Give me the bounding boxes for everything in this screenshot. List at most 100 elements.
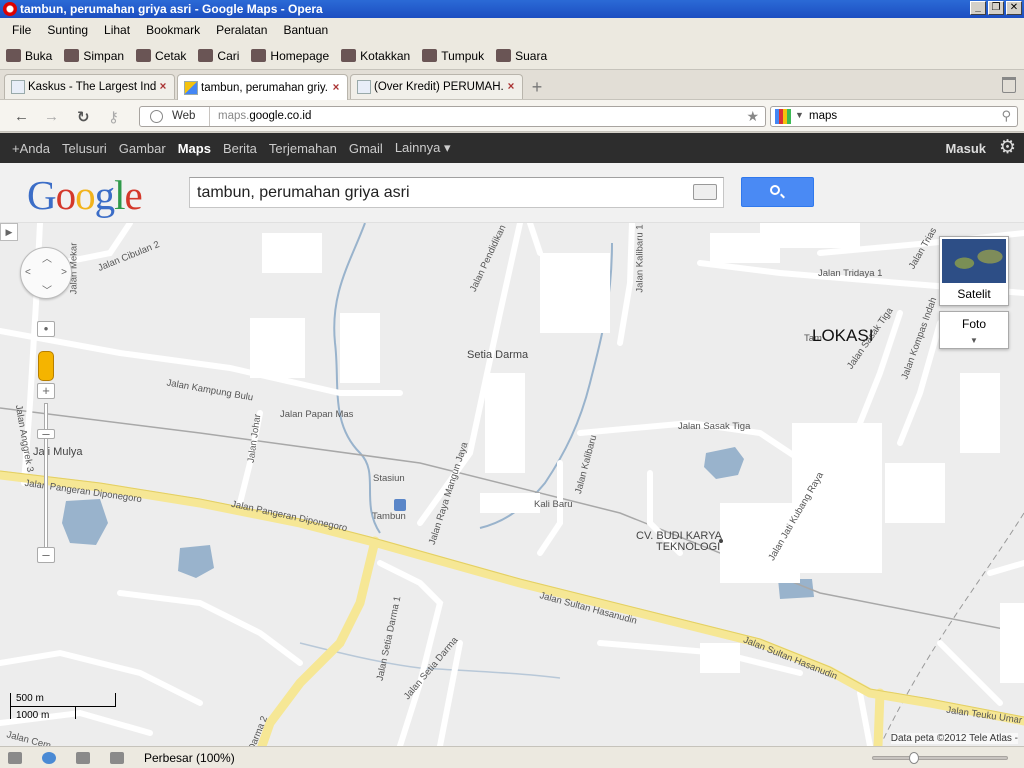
- opera-logo-icon: [3, 2, 17, 16]
- tab-google-maps[interactable]: tambun, perumahan griy... ×: [177, 74, 348, 100]
- expand-panel-icon[interactable]: ▶: [0, 223, 18, 241]
- nav-gmail[interactable]: Gmail: [343, 141, 389, 156]
- voice-button[interactable]: Suara: [496, 49, 547, 63]
- pan-control[interactable]: ︿ < > ﹀: [20, 247, 72, 299]
- folder-icon: [6, 49, 21, 62]
- satellite-thumbnail: [942, 239, 1006, 283]
- zoom-out-button[interactable]: –: [37, 547, 55, 563]
- minimize-button[interactable]: _: [970, 1, 986, 15]
- nav-berita[interactable]: Berita: [217, 141, 263, 156]
- tab-kaskus[interactable]: Kaskus - The Largest Ind... ×: [4, 74, 175, 99]
- map-label-stasiun: Stasiun: [373, 473, 405, 484]
- key-icon[interactable]: ⚷: [108, 108, 119, 126]
- scale-bar: 500 m 1000 m: [10, 693, 120, 723]
- url-text: maps.google.co.id: [218, 110, 312, 122]
- search-icon[interactable]: ⚲: [1001, 108, 1011, 124]
- microphone-icon: [496, 49, 512, 62]
- menu-file[interactable]: File: [4, 23, 39, 37]
- menu-sunting[interactable]: Sunting: [39, 23, 96, 37]
- zoom-slider-handle[interactable]: –: [37, 427, 55, 440]
- back-icon[interactable]: ←: [14, 108, 29, 125]
- forward-icon[interactable]: →: [44, 108, 59, 125]
- chevron-down-icon[interactable]: ▼: [795, 110, 804, 120]
- toolbar: Buka Simpan Cetak Cari Homepage Kotakkan…: [0, 42, 1024, 70]
- printer-icon: [136, 49, 152, 62]
- keyboard-icon[interactable]: [693, 184, 717, 200]
- nav-plus-anda[interactable]: +Anda: [6, 141, 56, 156]
- pan-down-icon[interactable]: ﹀: [42, 282, 52, 297]
- pan-left-icon[interactable]: <: [25, 267, 31, 278]
- cascade-icon: [422, 49, 438, 62]
- satellite-toggle[interactable]: Satelit: [939, 236, 1009, 306]
- map-label-jati-mulya: Jati Mulya: [33, 446, 83, 458]
- close-button[interactable]: ✕: [1006, 1, 1022, 15]
- zoom-slider[interactable]: [872, 752, 1008, 764]
- url-field[interactable]: Web maps.google.co.id ★: [139, 106, 766, 127]
- print-button[interactable]: Cetak: [136, 49, 186, 63]
- tab-over-kredit[interactable]: (Over Kredit) PERUMAH... ×: [350, 74, 523, 99]
- map-label: Jalan Tridaya 1: [818, 268, 883, 279]
- new-tab-button[interactable]: +: [528, 78, 546, 96]
- tile-button[interactable]: Kotakkan: [341, 49, 410, 63]
- search-engine-field[interactable]: ▼ maps ⚲: [770, 106, 1018, 127]
- nav-maps[interactable]: Maps: [172, 141, 217, 156]
- gear-icon[interactable]: ⚙: [999, 138, 1016, 157]
- nav-lainnya[interactable]: Lainnya ▾: [389, 140, 457, 156]
- restore-button[interactable]: ❐: [988, 1, 1004, 15]
- lokasi-marker-label: LOKASI: [812, 326, 874, 345]
- reset-view-button[interactable]: •: [37, 321, 55, 337]
- zoom-knob[interactable]: [909, 752, 919, 764]
- photo-toggle[interactable]: Foto ▼: [939, 311, 1009, 349]
- tab-bar: Kaskus - The Largest Ind... × tambun, pe…: [0, 70, 1024, 100]
- menu-bantuan[interactable]: Bantuan: [275, 23, 336, 37]
- speed-dial-icon[interactable]: [110, 751, 124, 764]
- zoom-in-button[interactable]: +: [37, 383, 55, 399]
- homepage-button[interactable]: Homepage: [251, 49, 329, 63]
- globe-icon: [150, 110, 163, 123]
- page-favicon-icon: [11, 80, 25, 94]
- tile-icon: [341, 49, 357, 62]
- window-title: tambun, perumahan griya asri - Google Ma…: [20, 2, 323, 16]
- close-tab-icon[interactable]: ×: [156, 81, 170, 93]
- chevron-down-icon: ▼: [970, 336, 978, 345]
- map-label-cv-line2: TEKNOLOGI: [656, 541, 721, 553]
- status-bar: Perbesar (100%): [0, 746, 1024, 768]
- map-copyright: Data peta ©2012 Tele Atlas -: [890, 733, 1018, 744]
- share-icon[interactable]: [76, 751, 90, 764]
- save-icon: [64, 49, 80, 62]
- google-search-icon: [775, 109, 791, 124]
- menu-peralatan[interactable]: Peralatan: [208, 23, 275, 37]
- menu-bookmark[interactable]: Bookmark: [138, 23, 208, 37]
- menu-lihat[interactable]: Lihat: [96, 23, 138, 37]
- map-label: Jalan Sasak Tiga: [678, 421, 751, 432]
- cloud-icon[interactable]: [42, 751, 56, 764]
- pegman-icon[interactable]: [38, 351, 54, 381]
- map-label: Jalan Kalibaru 1: [634, 224, 646, 293]
- signin-link[interactable]: Masuk: [946, 141, 986, 156]
- pan-up-icon[interactable]: ︿: [42, 250, 52, 265]
- star-icon[interactable]: ★: [746, 108, 759, 125]
- map-label-kali-baru: Kali Baru: [534, 499, 573, 510]
- cascade-button[interactable]: Tumpuk: [422, 49, 484, 63]
- nav-gambar[interactable]: Gambar: [113, 141, 172, 156]
- save-button[interactable]: Simpan: [64, 49, 124, 63]
- nav-telusuri[interactable]: Telusuri: [56, 141, 113, 156]
- address-bar: ← → ↻ ⚷ Web maps.google.co.id ★ ▼ maps ⚲: [0, 100, 1024, 132]
- open-button[interactable]: Buka: [6, 49, 52, 63]
- close-tab-icon[interactable]: ×: [329, 82, 343, 94]
- trash-icon[interactable]: [1002, 77, 1016, 93]
- search-input[interactable]: tambun, perumahan griya asri: [189, 177, 724, 208]
- google-logo[interactable]: Google: [27, 171, 143, 219]
- reload-icon[interactable]: ↻: [77, 108, 90, 126]
- find-button[interactable]: Cari: [198, 49, 239, 63]
- map-canvas[interactable]: Jalan Cibulan 2 Jalan Mekar Jalan Kampun…: [0, 223, 1024, 746]
- search-button[interactable]: [741, 177, 814, 207]
- panels-icon[interactable]: [8, 751, 22, 764]
- nav-terjemahan[interactable]: Terjemahan: [263, 141, 343, 156]
- close-tab-icon[interactable]: ×: [504, 81, 518, 93]
- google-nav-bar: +Anda Telusuri Gambar Maps Berita Terjem…: [0, 133, 1024, 163]
- zoom-level: Perbesar (100%): [144, 750, 235, 765]
- menu-bar: File Sunting Lihat Bookmark Peralatan Ba…: [0, 18, 1024, 42]
- web-badge[interactable]: Web: [140, 107, 210, 126]
- pan-right-icon[interactable]: >: [61, 267, 67, 278]
